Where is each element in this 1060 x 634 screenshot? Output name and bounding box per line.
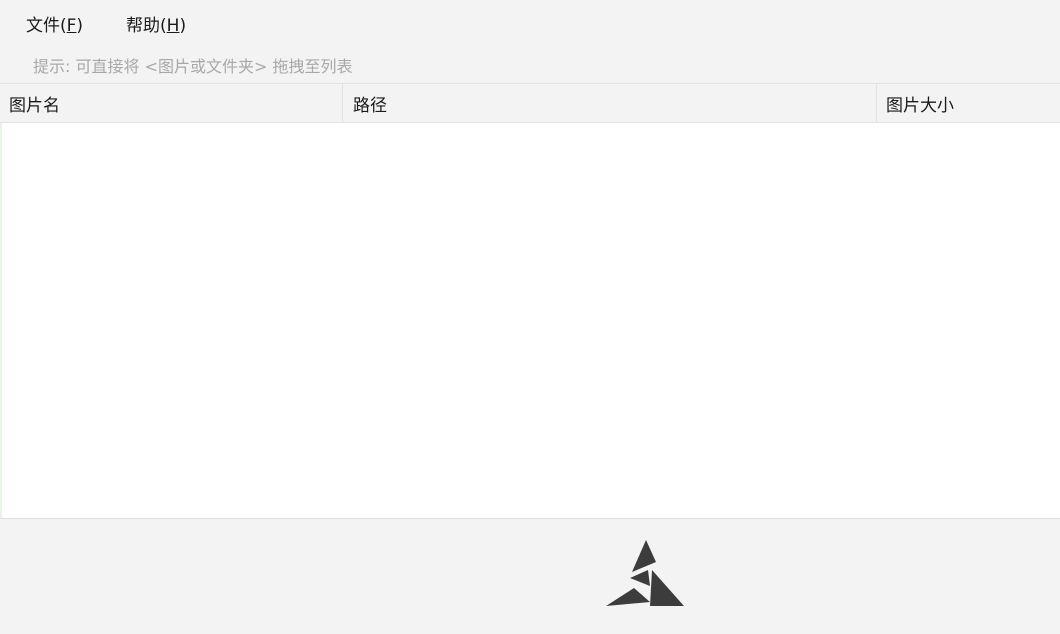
list-header: 图片名 路径 图片大小 — [0, 83, 1060, 123]
logo-shard-right — [650, 570, 684, 606]
drag-hint-text: 提示: 可直接将 <图片或文件夹> 拖拽至列表 — [33, 57, 353, 76]
logo-shard-left — [606, 588, 650, 606]
app-window: 文件(F) 帮助(H) 提示: 可直接将 <图片或文件夹> 拖拽至列表 图片名 … — [0, 0, 1060, 634]
file-list[interactable] — [0, 123, 1060, 518]
column-header-path[interactable]: 路径 — [343, 84, 877, 122]
logo-shard-middle — [630, 570, 650, 586]
logo-shard-top — [632, 540, 656, 572]
triangle-logo-icon[interactable] — [604, 540, 686, 608]
bottom-panel — [0, 518, 1060, 634]
menu-file-hotkey: F — [66, 16, 77, 36]
menu-help-close: ) — [179, 16, 187, 36]
menu-help-hotkey: H — [166, 16, 180, 36]
menu-file-close: ) — [76, 16, 84, 36]
column-header-image-size[interactable]: 图片大小 — [877, 84, 1060, 122]
menu-file[interactable]: 文件(F) — [20, 11, 89, 36]
menu-help[interactable]: 帮助(H) — [120, 11, 192, 36]
menu-file-label: 文件( — [26, 16, 67, 36]
column-header-image-name[interactable]: 图片名 — [0, 84, 343, 122]
menu-help-label: 帮助( — [126, 16, 167, 36]
menu-bar: 文件(F) 帮助(H) — [0, 0, 1060, 44]
